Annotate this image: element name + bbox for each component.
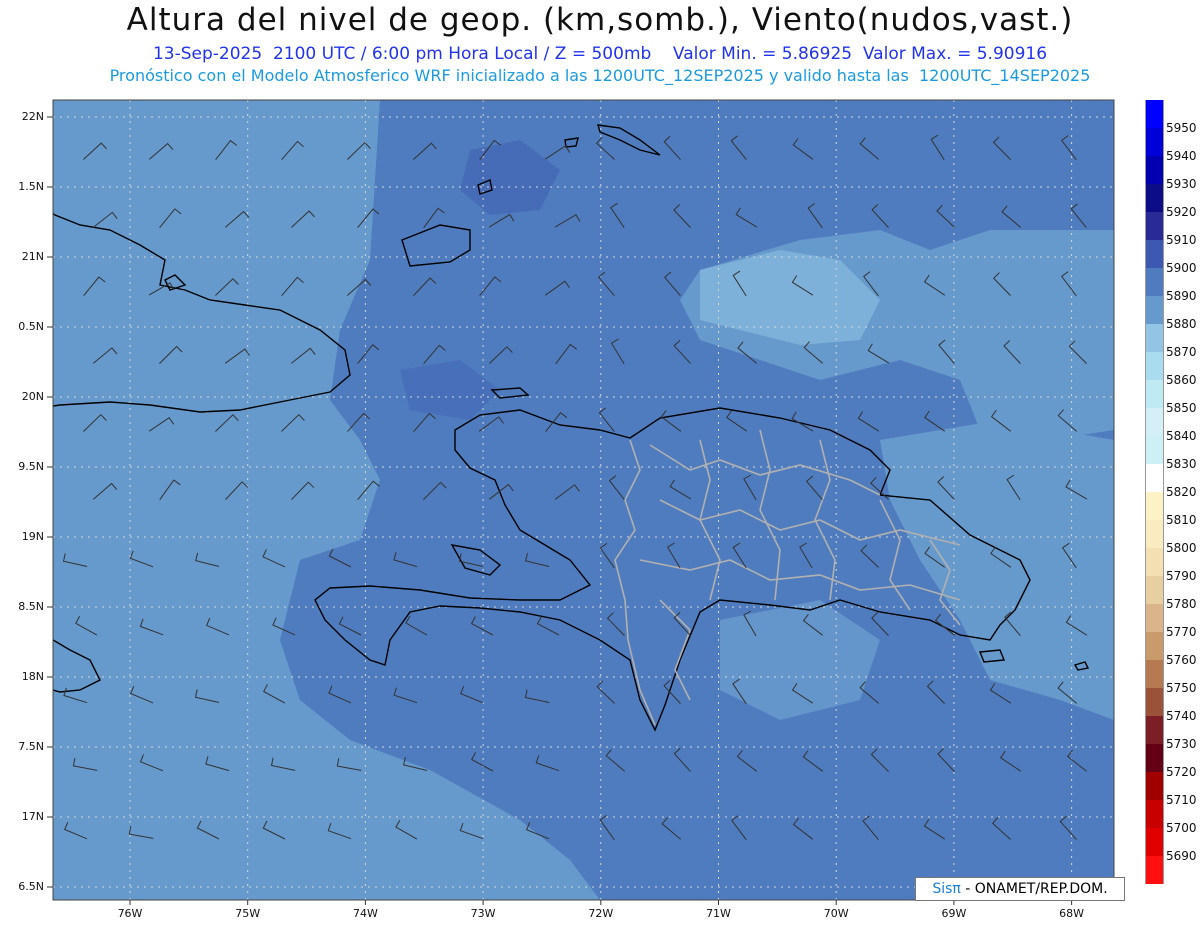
lon-label: 70W bbox=[823, 907, 849, 920]
colorbar-cell bbox=[1145, 128, 1164, 156]
colorbar-cell bbox=[1145, 716, 1164, 744]
colorbar-cell bbox=[1145, 548, 1164, 576]
lat-label: 21N bbox=[21, 250, 44, 263]
colorbar-cell bbox=[1145, 184, 1164, 212]
colorbar-label: 5930 bbox=[1166, 177, 1197, 191]
colorbar-label: 5880 bbox=[1166, 317, 1197, 331]
lat-label: 19N bbox=[21, 530, 44, 543]
colorbar-cell bbox=[1145, 268, 1164, 296]
colorbar-label: 5770 bbox=[1166, 625, 1197, 639]
credit-box: Sisπ - ONAMET/REP.DOM. bbox=[915, 877, 1125, 901]
colorbar-cell bbox=[1145, 212, 1164, 240]
colorbar-cell bbox=[1145, 156, 1164, 184]
colorbar-cell bbox=[1145, 296, 1164, 324]
colorbar-label: 5870 bbox=[1166, 345, 1197, 359]
geopotential-map bbox=[47, 99, 1115, 905]
colorbar-label: 5950 bbox=[1166, 121, 1197, 135]
colorbar-cell bbox=[1145, 828, 1164, 856]
credit-text: - ONAMET/REP.DOM. bbox=[960, 881, 1108, 897]
colorbar-cell bbox=[1145, 100, 1164, 128]
colorbar-cell bbox=[1145, 688, 1164, 716]
colorbar-label: 5890 bbox=[1166, 289, 1197, 303]
lat-label: 7.5N bbox=[18, 740, 44, 753]
colorbar-cell bbox=[1145, 352, 1164, 380]
lat-label: 17N bbox=[21, 810, 44, 823]
colorbar-label: 5840 bbox=[1166, 429, 1197, 443]
colorbar-cell bbox=[1145, 660, 1164, 688]
colorbar-label: 5800 bbox=[1166, 541, 1197, 555]
colorbar-label: 5860 bbox=[1166, 373, 1197, 387]
colorbar-label: 5830 bbox=[1166, 457, 1197, 471]
colorbar-cell bbox=[1145, 744, 1164, 772]
colorbar-label: 5750 bbox=[1166, 681, 1197, 695]
colorbar-label: 5920 bbox=[1166, 205, 1197, 219]
colorbar-cell bbox=[1145, 520, 1164, 548]
lat-label: 18N bbox=[21, 670, 44, 683]
colorbar-label: 5900 bbox=[1166, 261, 1197, 275]
colorbar-cell bbox=[1145, 436, 1164, 464]
colorbar-label: 5730 bbox=[1166, 737, 1197, 751]
lon-label: 72W bbox=[588, 907, 614, 920]
colorbar-label: 5740 bbox=[1166, 709, 1197, 723]
colorbar-label: 5820 bbox=[1166, 485, 1197, 499]
colorbar-label: 5720 bbox=[1166, 765, 1197, 779]
lon-label: 69W bbox=[941, 907, 967, 920]
lon-label: 68W bbox=[1059, 907, 1085, 920]
colorbar-cell bbox=[1145, 604, 1164, 632]
colorbar-label: 5850 bbox=[1166, 401, 1197, 415]
lat-label: 8.5N bbox=[18, 600, 44, 613]
lat-label: 0.5N bbox=[18, 320, 44, 333]
colorbar-cell bbox=[1145, 632, 1164, 660]
colorbar-label: 5810 bbox=[1166, 513, 1197, 527]
colorbar-cell bbox=[1145, 576, 1164, 604]
colorbar-label: 5780 bbox=[1166, 597, 1197, 611]
colorbar-label: 5700 bbox=[1166, 821, 1197, 835]
colorbar-cell bbox=[1145, 800, 1164, 828]
colorbar-label: 5690 bbox=[1166, 849, 1197, 863]
colorbar-cell bbox=[1145, 240, 1164, 268]
colorbar-cell bbox=[1145, 408, 1164, 436]
lat-label: 1.5N bbox=[18, 180, 44, 193]
lat-label: 6.5N bbox=[18, 880, 44, 893]
lon-label: 74W bbox=[352, 907, 378, 920]
lon-label: 76W bbox=[117, 907, 143, 920]
colorbar-label: 5940 bbox=[1166, 149, 1197, 163]
lat-label: 9.5N bbox=[18, 460, 44, 473]
lat-label: 22N bbox=[21, 110, 44, 123]
sis-brand: Sisπ bbox=[932, 881, 961, 897]
colorbar-cell bbox=[1145, 492, 1164, 520]
lon-label: 75W bbox=[235, 907, 261, 920]
lon-label: 73W bbox=[470, 907, 496, 920]
colorbar-cell bbox=[1145, 464, 1164, 492]
colorbar-cell bbox=[1145, 856, 1164, 884]
lon-label: 71W bbox=[706, 907, 731, 920]
colorbar-cell bbox=[1145, 380, 1164, 408]
colorbar-label: 5910 bbox=[1166, 233, 1197, 247]
colorbar-label: 5710 bbox=[1166, 793, 1197, 807]
colorbar-cell bbox=[1145, 772, 1164, 800]
lat-label: 20N bbox=[21, 390, 44, 403]
colorbar-label: 5760 bbox=[1166, 653, 1197, 667]
colorbar-label: 5790 bbox=[1166, 569, 1197, 583]
colorbar-cell bbox=[1145, 324, 1164, 352]
